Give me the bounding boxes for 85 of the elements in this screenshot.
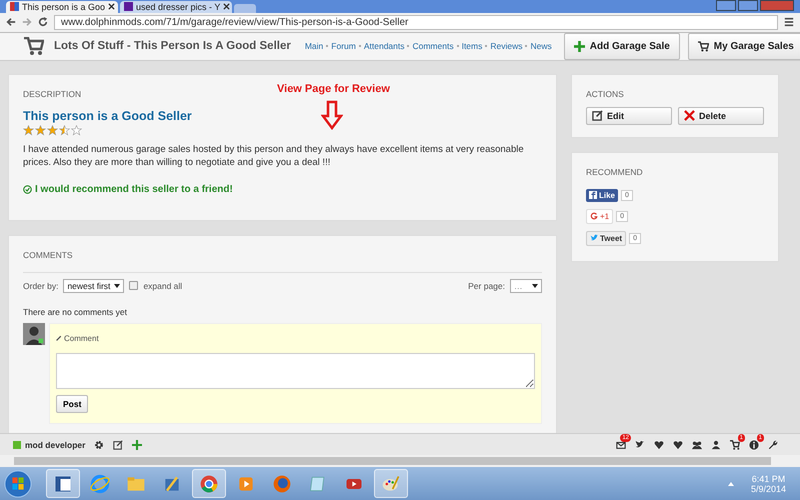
g-icon: [590, 212, 598, 220]
star-icon: [71, 124, 82, 136]
cart-icon: [698, 40, 709, 52]
close-button[interactable]: [760, 0, 794, 11]
per-page-select[interactable]: …: [510, 278, 542, 293]
action-button[interactable]: Edit: [586, 106, 672, 125]
annotation-label: View Page for Review: [277, 82, 390, 95]
horizontal-scrollbar[interactable]: [0, 455, 800, 468]
nav-link[interactable]: Main: [304, 41, 324, 52]
heart-icon[interactable]: [654, 440, 664, 450]
page-title: Lots Of Stuff - This Person Is A Good Seller: [54, 40, 291, 52]
comment-input[interactable]: [56, 352, 535, 389]
restore-button[interactable]: [738, 0, 758, 11]
order-label: Order by:: [23, 280, 58, 291]
caret-icon: [532, 284, 538, 288]
share-button[interactable]: +1: [586, 208, 614, 224]
cart-icon[interactable]: [730, 440, 740, 450]
nav-link[interactable]: Reviews: [490, 41, 522, 52]
site-favicon-icon: [10, 2, 19, 12]
mail-icon[interactable]: [616, 440, 626, 450]
bird-icon[interactable]: [635, 440, 645, 450]
site-favicon-icon: [124, 2, 133, 12]
nav-link[interactable]: Forum: [331, 41, 356, 52]
wrench-icon[interactable]: [768, 440, 778, 450]
down-arrow-icon: [321, 100, 343, 130]
action-button[interactable]: Delete: [678, 106, 764, 125]
plus-icon: [574, 40, 585, 52]
menu-icon[interactable]: [784, 17, 794, 28]
forward-icon[interactable]: [22, 17, 32, 28]
pencil-icon: [56, 335, 62, 342]
minimize-button[interactable]: [716, 0, 736, 11]
review-title: This person is a Good Seller: [23, 108, 193, 123]
section-heading: ACTIONS: [586, 88, 624, 99]
back-icon[interactable]: [6, 17, 16, 28]
close-icon[interactable]: [223, 3, 230, 10]
check-circle-icon: [23, 184, 32, 194]
star-icon: [47, 124, 58, 136]
person-icon[interactable]: [711, 440, 721, 450]
star-icon: [59, 124, 70, 136]
group-icon[interactable]: [692, 440, 702, 450]
tray-arrow-icon[interactable]: [726, 480, 735, 488]
heart-icon[interactable]: [673, 440, 683, 450]
post-button[interactable]: Post: [56, 394, 88, 413]
header-button[interactable]: Add Garage Sale: [564, 32, 680, 60]
star-icon: [23, 124, 34, 136]
bird-icon: [590, 234, 598, 242]
share-button[interactable]: Like: [586, 188, 618, 202]
per-page-label: Per page:: [468, 280, 505, 291]
avatar-icon: [23, 322, 45, 345]
nav-link[interactable]: Comments: [412, 41, 454, 52]
paint-palette-icon[interactable]: [374, 469, 408, 498]
plus-icon[interactable]: [132, 440, 142, 450]
cart-icon: [24, 37, 44, 56]
empty-message: There are no comments yet: [23, 306, 128, 317]
order-select[interactable]: newest first: [63, 278, 124, 293]
nav-link[interactable]: Items: [462, 41, 482, 52]
start-button[interactable]: [4, 470, 32, 498]
caret-icon: [114, 284, 120, 288]
close-icon: [684, 110, 695, 122]
facebook-icon: [589, 191, 597, 200]
browser-tab[interactable]: This person is a Goo: [6, 0, 118, 13]
settings-icon[interactable]: [94, 440, 104, 450]
close-icon[interactable]: [108, 3, 116, 10]
nav-link[interactable]: News: [530, 41, 552, 52]
review-text: I have attended numerous garage sales hosted by this person and they always have excellent items at very reasonable prices. Also they are more than willing to negotiate and give you a deal !!!: [23, 144, 525, 170]
chrome-icon[interactable]: [192, 469, 226, 498]
share-button[interactable]: Tweet: [586, 230, 626, 246]
address-field[interactable]: www.dolphinmods.com/71/m/garage/review/view/This-person-is-a-Good-Seller: [54, 14, 778, 30]
star-icon: [35, 124, 46, 136]
edit-icon[interactable]: [113, 440, 124, 450]
expand-all-checkbox[interactable]: [129, 281, 138, 290]
document-app-icon[interactable]: [46, 469, 80, 498]
checkbox-label: expand all: [143, 280, 182, 291]
section-heading: COMMENTS: [23, 250, 73, 262]
section-heading: RECOMMEND: [586, 166, 643, 177]
nav-link[interactable]: Attendants: [364, 41, 404, 52]
user-name[interactable]: mod developer: [25, 440, 86, 450]
header-button[interactable]: My Garage Sales: [688, 32, 800, 60]
browser-tab[interactable]: used dresser pics - Y: [120, 0, 232, 13]
reload-icon[interactable]: [38, 17, 48, 28]
recommendation-text: I would recommend this seller to a friend!: [35, 184, 233, 194]
info-icon[interactable]: [749, 440, 759, 450]
section-heading: DESCRIPTION: [23, 88, 82, 99]
edit-icon: [592, 110, 603, 122]
comment-label: Comment: [64, 334, 99, 343]
